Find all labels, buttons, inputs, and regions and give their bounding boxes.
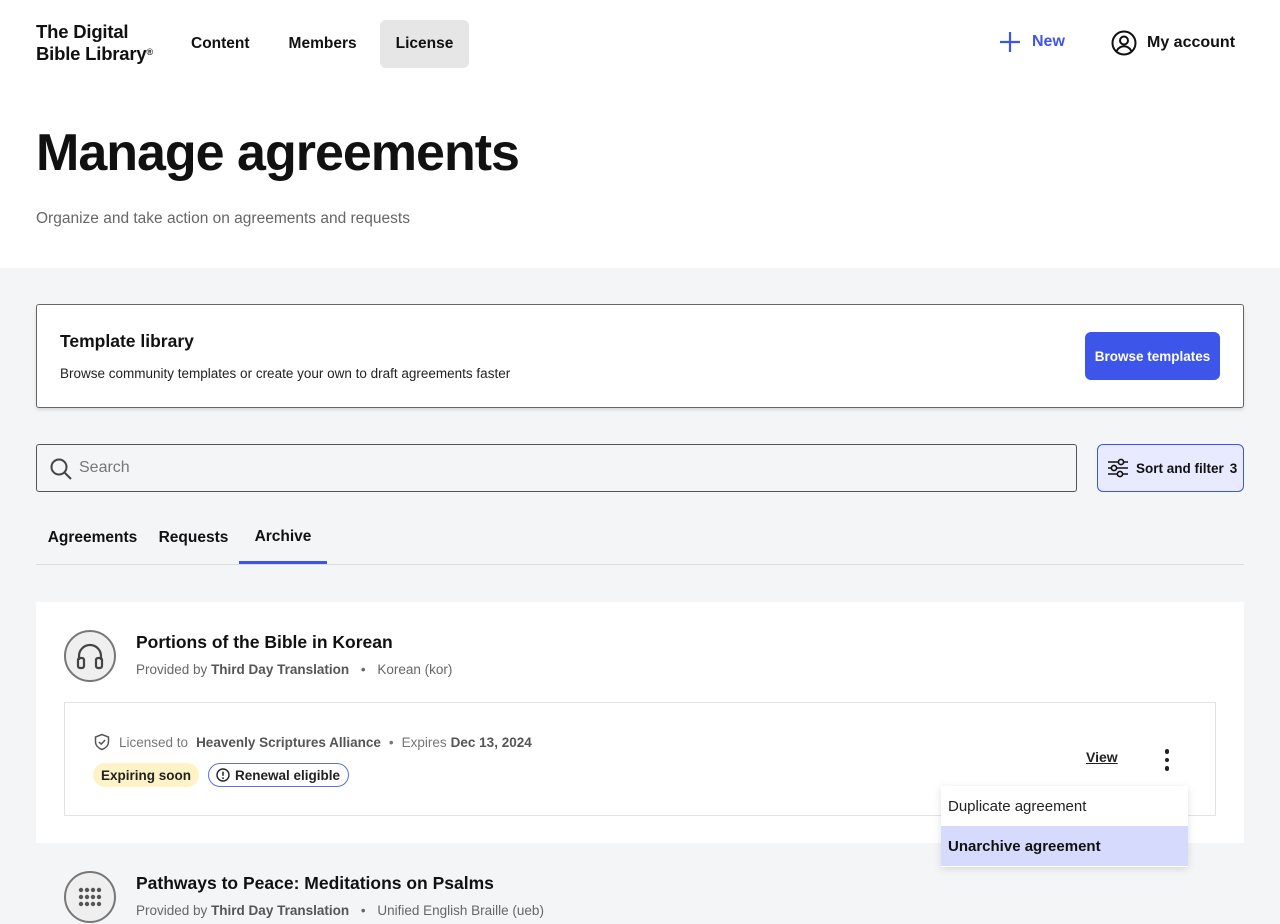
tab-agreements[interactable]: Agreements bbox=[36, 512, 149, 564]
sort-filter-label: Sort and filter bbox=[1136, 460, 1224, 476]
agreement-meta: Provided by Third Day Translation • Unif… bbox=[136, 903, 544, 918]
status-badges: Expiring soon Renewal eligible bbox=[93, 763, 350, 787]
info-circle-icon bbox=[216, 768, 230, 782]
account-label: My account bbox=[1147, 34, 1236, 51]
nav-content[interactable]: Content bbox=[175, 20, 266, 68]
language: Korean (kor) bbox=[377, 662, 453, 677]
template-library-description: Browse community templates or create you… bbox=[60, 366, 511, 381]
provided-prefix: Provided by bbox=[136, 662, 208, 677]
sort-and-filter-button[interactable]: Sort and filter 3 bbox=[1097, 444, 1244, 492]
page-subtitle: Organize and take action on agreements a… bbox=[36, 210, 410, 227]
tab-archive[interactable]: Archive bbox=[239, 512, 327, 564]
template-library-card: Template library Browse community templa… bbox=[36, 304, 1244, 408]
separator-dot: • bbox=[360, 903, 366, 918]
agreement-meta: Provided by Third Day Translation • Kore… bbox=[136, 662, 452, 677]
licensed-prefix: Licensed to bbox=[119, 734, 189, 750]
tab-requests[interactable]: Requests bbox=[149, 512, 238, 564]
search-input[interactable] bbox=[79, 445, 1059, 490]
audio-avatar bbox=[64, 630, 116, 682]
logo[interactable]: The Digital Bible Library® bbox=[36, 21, 153, 65]
braille-avatar bbox=[64, 871, 116, 923]
sort-filter-count: 3 bbox=[1229, 460, 1238, 476]
provider-name: Third Day Translation bbox=[211, 662, 350, 677]
search-icon bbox=[50, 458, 72, 480]
renewal-eligible-label: Renewal eligible bbox=[235, 767, 341, 783]
separator-dot: • bbox=[360, 662, 366, 677]
provided-prefix: Provided by bbox=[136, 903, 208, 918]
nav-members[interactable]: Members bbox=[273, 20, 373, 68]
agreement-options-menu: Duplicate agreement Unarchive agreement bbox=[941, 786, 1188, 867]
logo-line1: The Digital bbox=[36, 21, 129, 42]
main-nav: Content Members License bbox=[175, 20, 476, 68]
braille-dots-icon bbox=[78, 887, 102, 907]
provider-name: Third Day Translation bbox=[211, 903, 350, 918]
my-account-button[interactable]: My account bbox=[1111, 30, 1235, 56]
sliders-icon bbox=[1108, 458, 1128, 478]
renewal-eligible-badge: Renewal eligible bbox=[208, 763, 350, 787]
expiry-date: Dec 13, 2024 bbox=[450, 734, 532, 750]
plus-icon bbox=[1000, 32, 1020, 52]
logo-trademark: ® bbox=[146, 47, 154, 57]
expires-prefix: Expires bbox=[401, 734, 447, 750]
headphones-icon bbox=[76, 643, 104, 670]
new-label: New bbox=[1032, 33, 1065, 50]
license-line: Licensed to Heavenly Scriptures Alliance… bbox=[93, 733, 532, 751]
language: Unified English Braille (ueb) bbox=[377, 903, 544, 918]
top-header: The Digital Bible Library® Content Membe… bbox=[0, 0, 1280, 88]
user-circle-icon bbox=[1111, 30, 1137, 56]
shield-check-icon bbox=[94, 733, 110, 751]
licensee-name: Heavenly Scriptures Alliance bbox=[196, 734, 381, 750]
logo-line2: Bible Library bbox=[36, 43, 147, 64]
agreement-tabs: Agreements Requests Archive bbox=[36, 512, 1244, 565]
menu-item-duplicate-agreement[interactable]: Duplicate agreement bbox=[941, 786, 1188, 826]
new-button[interactable]: New bbox=[998, 30, 1065, 54]
expiring-soon-badge: Expiring soon bbox=[93, 763, 200, 787]
page-title: Manage agreements bbox=[36, 124, 520, 182]
search-box bbox=[36, 444, 1077, 492]
menu-item-unarchive-agreement[interactable]: Unarchive agreement bbox=[941, 826, 1188, 866]
template-library-title: Template library bbox=[60, 331, 194, 351]
nav-license[interactable]: License bbox=[379, 20, 470, 68]
agreement-title[interactable]: Pathways to Peace: Meditations on Psalms bbox=[136, 873, 494, 894]
agreement-title[interactable]: Portions of the Bible in Korean bbox=[136, 632, 393, 653]
more-options-icon[interactable] bbox=[1157, 747, 1177, 773]
view-link[interactable]: View bbox=[1086, 749, 1118, 765]
separator-dot: • bbox=[388, 734, 394, 750]
browse-templates-button[interactable]: Browse templates bbox=[1085, 332, 1220, 380]
